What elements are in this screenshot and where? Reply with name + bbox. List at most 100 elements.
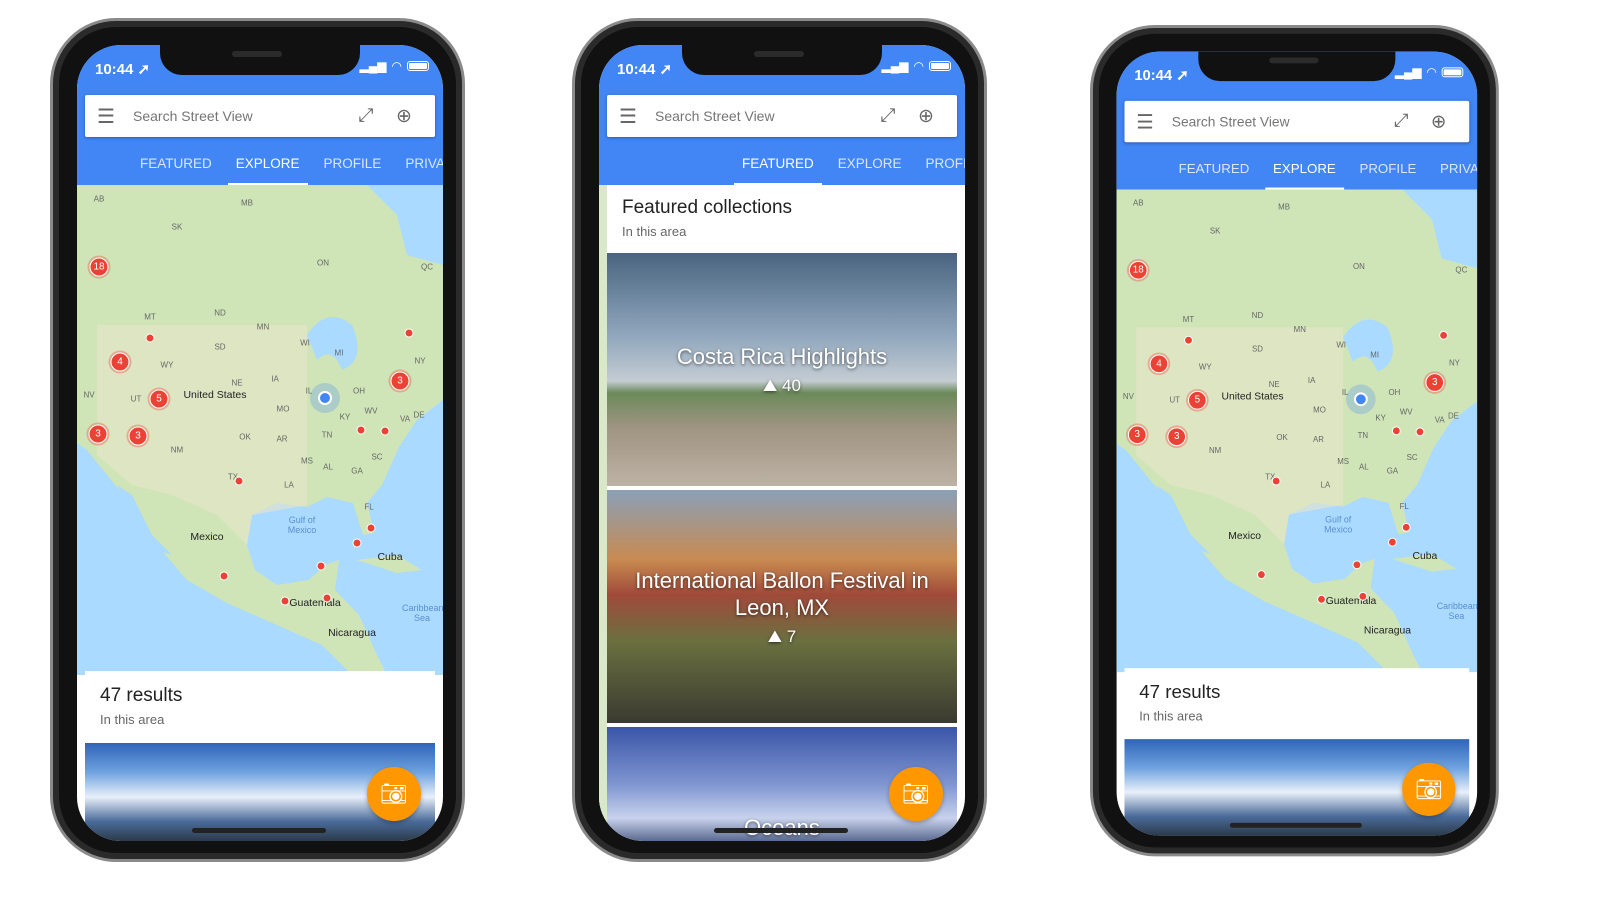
- map-label: VA: [399, 414, 411, 424]
- battery-icon: [929, 61, 951, 71]
- map-label: NY: [414, 356, 426, 366]
- search-input[interactable]: [1171, 113, 1383, 130]
- map-label: FL: [364, 502, 374, 512]
- map-edge: [599, 185, 607, 841]
- map-label: NY: [1448, 358, 1460, 368]
- tab-explore[interactable]: EXPLORE: [830, 143, 910, 185]
- home-indicator: [714, 828, 848, 833]
- map-label: SD: [214, 342, 226, 352]
- expand-icon[interactable]: ⤢: [1383, 111, 1420, 133]
- map-marker[interactable]: [1271, 476, 1281, 486]
- map-marker[interactable]: [366, 523, 376, 533]
- my-location-icon[interactable]: ⊕: [907, 105, 945, 128]
- add-photo-button[interactable]: 📷︎: [367, 767, 421, 821]
- hamburger-menu-icon[interactable]: ☰: [97, 104, 133, 129]
- map-view[interactable]: ABMBSKONQCMTNDMNWIMISDIDWYNYNEIAILOHNVUT…: [77, 185, 443, 675]
- map-label: MN: [1293, 324, 1306, 334]
- map-label: DE: [413, 410, 425, 420]
- map-marker[interactable]: [1256, 570, 1266, 580]
- tab-featured[interactable]: FEATURED: [1171, 148, 1257, 189]
- map-marker[interactable]: [145, 333, 155, 343]
- map-cluster-marker[interactable]: 4: [1149, 354, 1169, 374]
- map-cluster-marker[interactable]: 3: [88, 424, 108, 444]
- map-marker[interactable]: [1439, 330, 1449, 340]
- map-cluster-marker[interactable]: 5: [149, 389, 169, 409]
- map-marker[interactable]: [1391, 426, 1401, 436]
- hamburger-menu-icon[interactable]: ☰: [619, 104, 655, 129]
- location-arrow-icon: ➚: [659, 61, 673, 78]
- map-marker[interactable]: [1352, 560, 1362, 570]
- collection-name: International Ballon Festival in Leon, M…: [635, 567, 929, 620]
- map-label: UT: [130, 394, 142, 404]
- tab-explore[interactable]: EXPLORE: [227, 143, 308, 185]
- collection-card[interactable]: International Ballon Festival in Leon, M…: [607, 490, 957, 723]
- my-location-icon[interactable]: ⊕: [385, 105, 423, 128]
- map-cluster-marker[interactable]: 3: [128, 426, 148, 446]
- map-marker[interactable]: [1358, 591, 1368, 601]
- map-marker[interactable]: [280, 596, 290, 606]
- my-location-icon[interactable]: ⊕: [1420, 110, 1457, 133]
- map-marker[interactable]: [322, 593, 332, 603]
- map-marker[interactable]: [1415, 427, 1425, 437]
- add-photo-button[interactable]: 📷︎: [1402, 762, 1456, 816]
- tab-explore[interactable]: EXPLORE: [1265, 148, 1344, 190]
- tab-featured[interactable]: FEATURED: [132, 143, 220, 185]
- map-view[interactable]: ABMBSKONQCMTNDMNWIMISDIDWYNYNEIAILOHNVUT…: [1116, 189, 1478, 673]
- add-photo-button[interactable]: 📷︎: [889, 767, 943, 821]
- map-label: NM: [170, 445, 184, 455]
- map-marker[interactable]: [219, 571, 229, 581]
- map-label: MT: [144, 312, 156, 322]
- hamburger-menu-icon[interactable]: ☰: [1136, 109, 1171, 134]
- results-card[interactable]: 47 results In this area: [85, 671, 435, 743]
- map-label: OK: [1276, 433, 1288, 443]
- expand-icon[interactable]: ⤢: [869, 105, 907, 127]
- map-label: SK: [1209, 226, 1221, 236]
- map-cluster-marker[interactable]: 5: [1188, 390, 1207, 410]
- featured-title: Featured collections: [622, 197, 793, 218]
- status-icons: ▂▄▆ ◠: [882, 59, 951, 73]
- map-label: MI: [334, 348, 344, 358]
- search-input[interactable]: [133, 108, 347, 124]
- map-marker[interactable]: [404, 328, 414, 338]
- map-label: OH: [1388, 387, 1401, 397]
- map-cluster-marker[interactable]: 18: [89, 257, 109, 277]
- map-cluster-marker[interactable]: 3: [1425, 373, 1445, 392]
- map-marker[interactable]: [1317, 594, 1326, 604]
- wifi-icon: ◠: [1426, 65, 1437, 80]
- map-label: ON: [1352, 261, 1365, 271]
- map-cluster-marker[interactable]: 3: [1167, 427, 1187, 447]
- tab-profile[interactable]: PROFILE: [1352, 148, 1425, 189]
- map-marker[interactable]: [234, 476, 244, 486]
- search-input[interactable]: [655, 108, 869, 124]
- map-marker[interactable]: [1401, 522, 1411, 532]
- map-marker[interactable]: [352, 538, 362, 548]
- map-cluster-marker[interactable]: 18: [1128, 260, 1148, 280]
- map-label: MB: [1278, 202, 1290, 212]
- tab-featured[interactable]: FEATURED: [734, 143, 822, 185]
- map-label: IA: [271, 374, 279, 384]
- tab-profile[interactable]: PROFIL: [918, 143, 965, 185]
- tab-private[interactable]: PRIVATE: [1432, 148, 1477, 189]
- map-cluster-marker[interactable]: 4: [110, 352, 130, 372]
- map-marker[interactable]: [1387, 537, 1397, 547]
- map-marker[interactable]: [380, 426, 390, 436]
- signal-icon: ▂▄▆: [1394, 65, 1422, 80]
- map-cluster-marker[interactable]: 3: [390, 371, 410, 391]
- map-marker[interactable]: [316, 561, 326, 571]
- map-label: WV: [1399, 407, 1413, 417]
- map-label: UT: [1169, 395, 1180, 405]
- expand-icon[interactable]: ⤢: [347, 105, 385, 127]
- map-label: OH: [353, 386, 365, 396]
- map-marker[interactable]: [1184, 335, 1193, 345]
- search-bar: ☰ ⤢ ⊕: [85, 95, 435, 137]
- tab-private[interactable]: PRIVATE: [397, 143, 443, 185]
- tab-profile[interactable]: PROFILE: [316, 143, 390, 185]
- results-card[interactable]: 47 results In this area: [1124, 668, 1470, 740]
- collection-name: Costa Rica Highlights: [676, 344, 888, 369]
- map-place-label: Cuba: [1412, 550, 1438, 562]
- collection-card[interactable]: Costa Rica Highlights ⛰ 40: [607, 253, 957, 486]
- map-marker[interactable]: [356, 425, 366, 435]
- map-cluster-marker[interactable]: 3: [1127, 425, 1147, 445]
- featured-subtitle: In this area: [622, 224, 687, 239]
- wifi-icon: ◠: [913, 59, 924, 73]
